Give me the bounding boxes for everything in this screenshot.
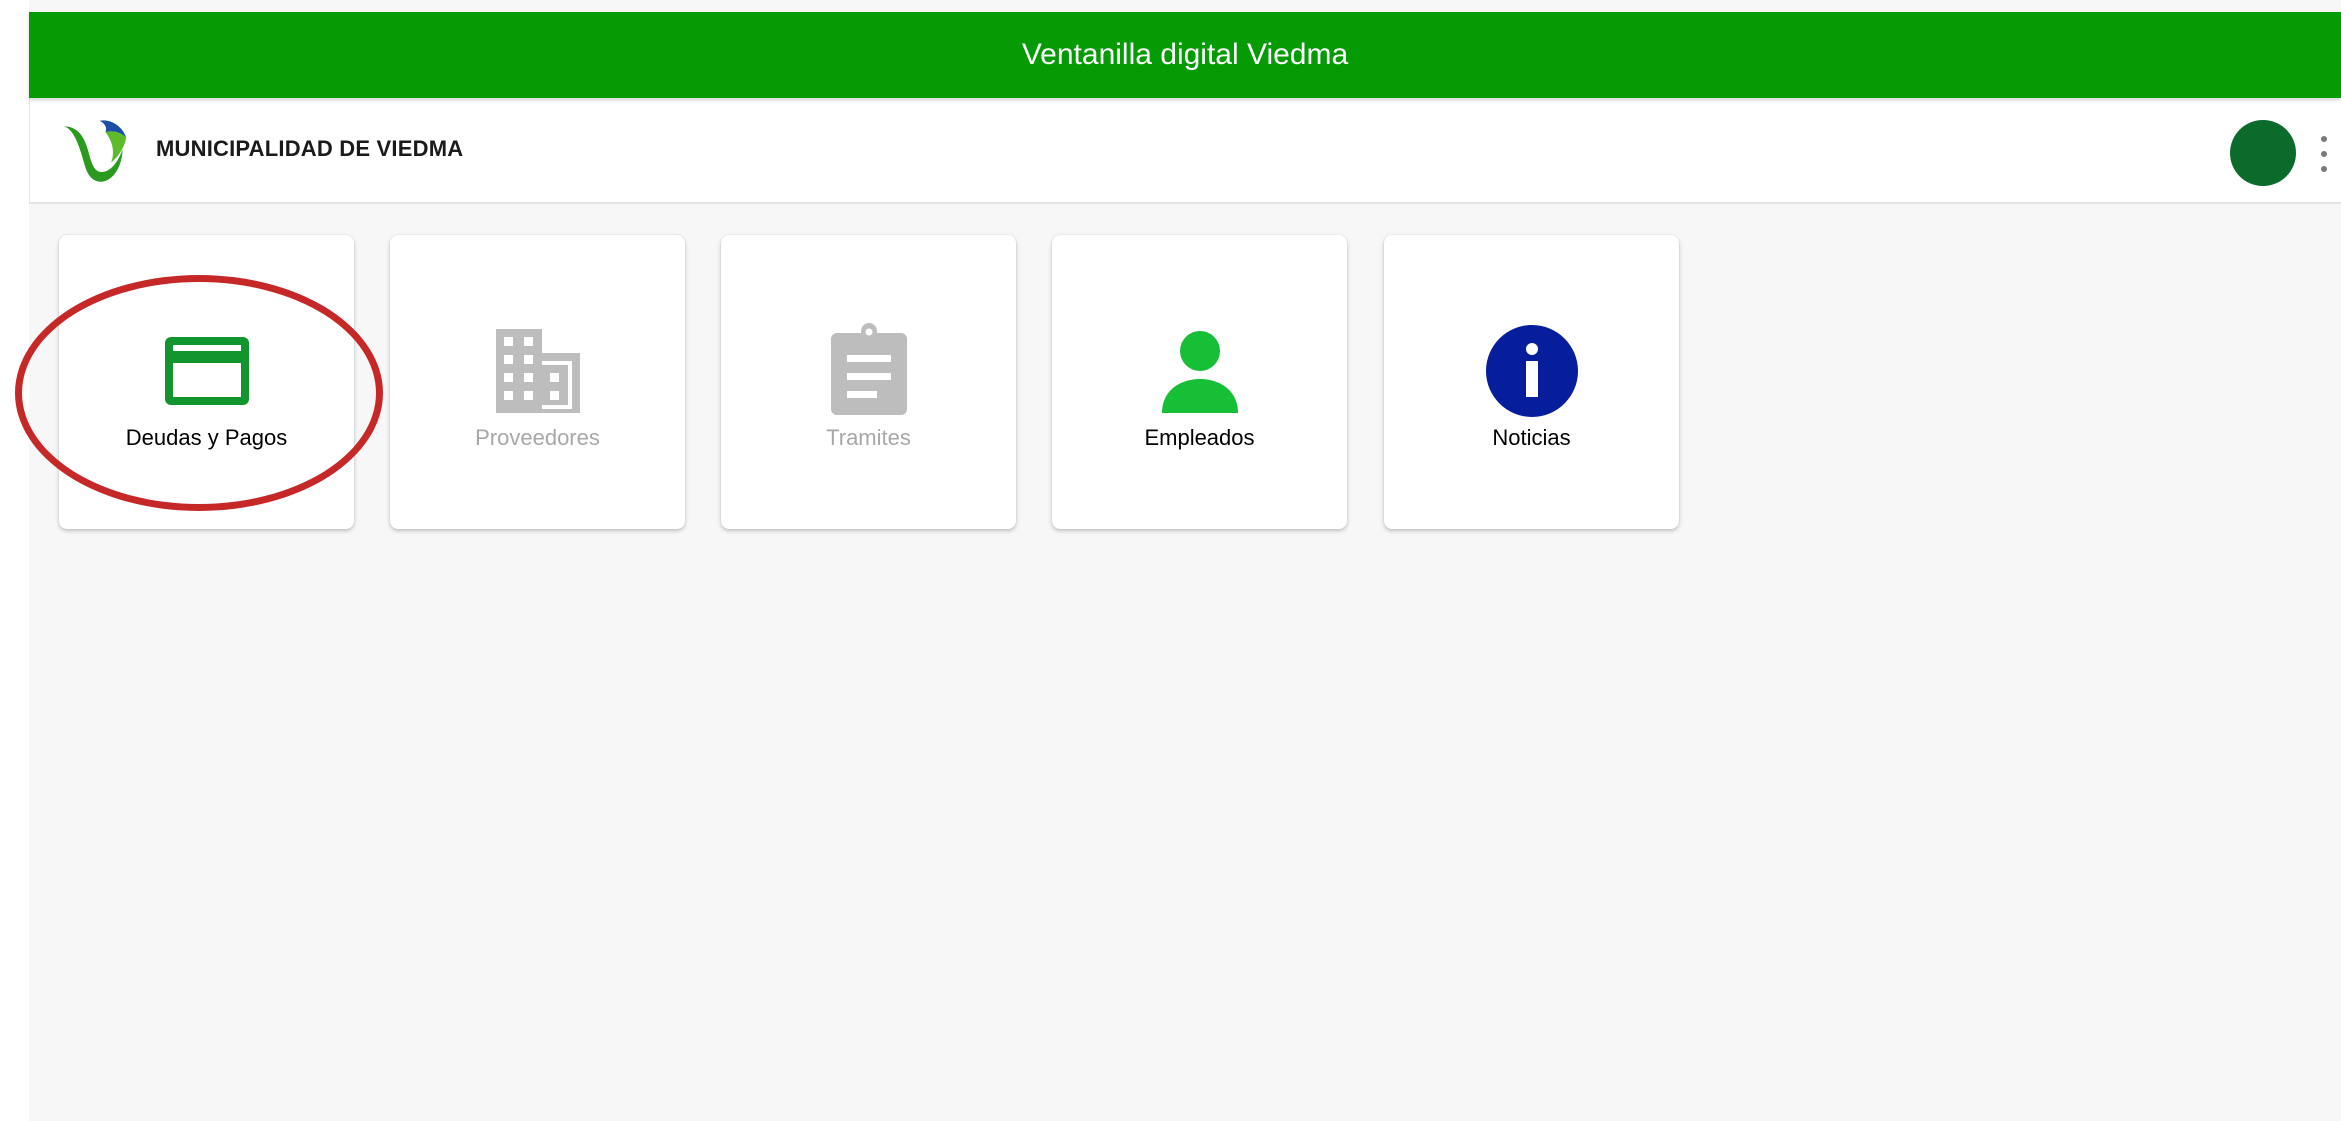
tile-empleados[interactable]: Empleados [1052, 235, 1347, 529]
more-vert-icon[interactable] [2314, 134, 2334, 174]
tile-label: Proveedores [475, 425, 600, 450]
app-title: Ventanilla digital Viedma [1021, 38, 1349, 71]
header: MUNICIPALIDAD DE VIEDMA [29, 98, 2341, 204]
tile-deudas-y-pagos[interactable]: Deudas y Pagos [59, 235, 354, 529]
tile-label: Deudas y Pagos [125, 425, 288, 450]
tile-label: Noticias [1492, 425, 1571, 450]
app-title-bar: Ventanilla digital Viedma [29, 12, 2341, 98]
organization-name: MUNICIPALIDAD DE VIEDMA [156, 136, 464, 161]
tile-proveedores[interactable]: Proveedores [390, 235, 685, 529]
user-avatar[interactable] [2230, 120, 2296, 186]
info-icon [1485, 325, 1578, 417]
building-icon [495, 329, 580, 413]
tile-tramites[interactable]: Tramites [721, 235, 1016, 529]
tile-noticias[interactable]: Noticias [1384, 235, 1679, 529]
credit-card-icon [164, 337, 249, 405]
municipalidad-v-logo[interactable] [56, 115, 132, 191]
app-window: Ventanilla digital Viedma MUNICIPALIDAD … [15, 0, 2341, 1121]
tile-label: Empleados [1144, 425, 1255, 450]
clipboard-icon [830, 323, 907, 415]
tile-label: Tramites [826, 425, 911, 450]
person-icon [1161, 331, 1238, 413]
